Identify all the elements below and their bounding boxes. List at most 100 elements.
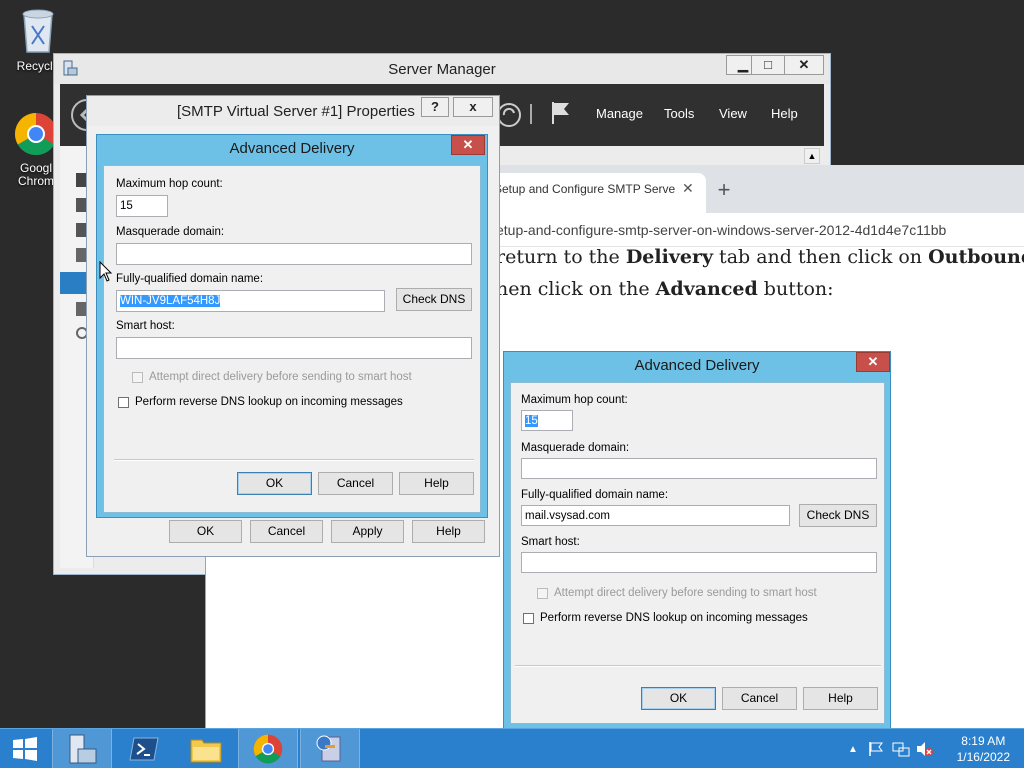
advanced-delivery-close-button[interactable]: ✕ <box>451 135 485 155</box>
article-advanced-delivery-image: Advanced Delivery ✕ Maximum hop count: 1… <box>503 351 891 729</box>
article-hop-field: 15 <box>521 410 573 431</box>
smtp-close-titlebar-button[interactable]: x <box>453 97 493 117</box>
hop-count-input[interactable]: 15 <box>116 195 168 217</box>
article-text: tab and then click on <box>713 246 929 268</box>
windows-logo-icon <box>13 737 37 761</box>
show-hidden-icons-icon[interactable]: ▲ <box>848 744 858 755</box>
server-manager-titlebar: Server Manager ▁ □ ✕ <box>54 54 830 84</box>
smtp-cancel-button[interactable]: Cancel <box>250 520 323 543</box>
masquerade-domain-label: Masquerade domain: <box>116 226 225 238</box>
article-masq-field <box>521 458 877 479</box>
scroll-up-button[interactable]: ▲ <box>804 148 820 164</box>
fqdn-label: Fully-qualified domain name: <box>116 273 264 285</box>
network-icon[interactable] <box>892 741 910 757</box>
iis-manager-icon <box>316 735 341 762</box>
taskbar-server-manager[interactable] <box>52 729 112 768</box>
clock-date: 1/16/2022 <box>956 750 1010 764</box>
tab-close-icon[interactable]: ✕ <box>682 180 694 197</box>
reverse-dns-label[interactable]: Perform reverse DNS lookup on incoming m… <box>135 396 403 408</box>
smtp-apply-button[interactable]: Apply <box>331 520 404 543</box>
chrome-icon <box>14 113 57 156</box>
hop-count-label: Maximum hop count: <box>116 178 223 190</box>
article-check-dns-button: Check DNS <box>799 504 877 527</box>
browser-tab-title: Setup and Configure SMTP Serve <box>494 182 676 196</box>
close-button[interactable]: ✕ <box>784 55 824 75</box>
smart-host-label: Smart host: <box>116 320 175 332</box>
url-text[interactable]: etup-and-configure-smtp-server-on-window… <box>496 222 946 238</box>
article-line-1: return to the Delivery tab and then clic… <box>496 241 1024 273</box>
article-text: return to the <box>496 246 626 268</box>
attempt-direct-label: Attempt direct delivery before sending t… <box>149 371 412 383</box>
smtp-help-button[interactable]: Help <box>412 520 485 543</box>
taskbar: ▲ 8:19 AM 1/16/2022 <box>0 728 1024 768</box>
smtp-properties-title: [SMTP Virtual Server #1] Properties <box>177 103 415 120</box>
notifications-flag-icon[interactable] <box>550 100 572 126</box>
smtp-properties-titlebar: [SMTP Virtual Server #1] Properties ? x <box>87 96 499 126</box>
taskbar-clock[interactable]: 8:19 AM 1/16/2022 <box>957 733 1010 765</box>
server-manager-title: Server Manager <box>388 61 496 78</box>
article-line-2: hen click on the Advanced button: <box>496 273 834 305</box>
menu-view[interactable]: View <box>719 106 747 121</box>
advanced-delivery-dialog: Advanced Delivery ✕ Maximum hop count: 1… <box>96 134 488 518</box>
article-attempt-direct-label: Attempt direct delivery before sending t… <box>554 587 817 599</box>
new-tab-plus-icon[interactable]: + <box>710 177 738 205</box>
article-smart-host-label: Smart host: <box>521 536 580 548</box>
chrome-taskbar-icon <box>253 734 283 764</box>
article-separator <box>515 665 881 667</box>
mouse-cursor-icon <box>99 261 113 282</box>
fqdn-value: WIN-JV9LAF54H8J <box>120 295 221 307</box>
article-hop-value: 15 <box>525 415 538 427</box>
fqdn-input[interactable]: WIN-JV9LAF54H8J <box>116 290 385 312</box>
smtp-ok-button[interactable]: OK <box>169 520 242 543</box>
article-cancel-button: Cancel <box>722 687 797 710</box>
hop-count-value: 15 <box>120 200 133 212</box>
article-masq-label: Masquerade domain: <box>521 442 630 454</box>
article-text: hen click on the <box>496 278 656 300</box>
cancel-button[interactable]: Cancel <box>318 472 393 495</box>
article-fqdn-label: Fully-qualified domain name: <box>521 489 669 501</box>
iis-icon[interactable] <box>76 302 86 316</box>
dialog-separator <box>114 459 474 461</box>
reverse-dns-checkbox[interactable] <box>118 397 129 408</box>
advanced-delivery-body: Maximum hop count: 15 Masquerade domain:… <box>103 165 481 513</box>
menu-help[interactable]: Help <box>771 106 798 121</box>
article-smart-host-field <box>521 552 877 573</box>
attempt-direct-checkbox <box>132 372 143 383</box>
article-dialog-title: Advanced Delivery <box>634 357 760 374</box>
article-bold-outbound: Outbound <box>928 246 1024 268</box>
taskbar-iis-manager[interactable] <box>300 729 360 768</box>
taskbar-chrome[interactable] <box>238 729 298 768</box>
ok-button[interactable]: OK <box>237 472 312 495</box>
clock-time: 8:19 AM <box>961 734 1006 748</box>
article-dialog-body: Maximum hop count: 15 Masquerade domain:… <box>510 382 885 724</box>
advanced-delivery-title: Advanced Delivery <box>229 140 355 157</box>
article-bold-delivery: Delivery <box>625 246 714 268</box>
article-reverse-dns-label: Perform reverse DNS lookup on incoming m… <box>540 612 808 624</box>
recycle-bin-icon <box>22 9 54 53</box>
taskbar-powershell[interactable] <box>114 729 174 768</box>
smart-host-input[interactable] <box>116 337 472 359</box>
help-button[interactable]: Help <box>399 472 474 495</box>
maximize-button[interactable]: □ <box>751 55 785 75</box>
menu-manage[interactable]: Manage <box>596 106 643 121</box>
powershell-icon <box>129 737 159 761</box>
action-center-flag-icon[interactable] <box>868 741 884 757</box>
folder-icon <box>190 739 222 763</box>
article-fqdn-field: mail.vsysad.com <box>521 505 790 526</box>
article-text: button: <box>757 278 834 300</box>
article-help-button: Help <box>803 687 878 710</box>
system-tray: ▲ <box>848 729 934 768</box>
taskbar-file-explorer[interactable] <box>176 729 236 768</box>
masquerade-domain-input[interactable] <box>116 243 472 265</box>
article-hop-label: Maximum hop count: <box>521 394 628 406</box>
menu-tools[interactable]: Tools <box>664 106 694 121</box>
article-attempt-direct-checkbox <box>537 588 548 599</box>
article-dialog-close-icon: ✕ <box>856 352 890 372</box>
article-reverse-dns-checkbox <box>523 613 534 624</box>
volume-muted-icon[interactable] <box>916 741 934 757</box>
smtp-help-titlebar-button[interactable]: ? <box>421 97 449 117</box>
article-bold-advanced: Advanced <box>655 278 758 300</box>
article-ok-button: OK <box>641 687 716 710</box>
check-dns-button[interactable]: Check DNS <box>396 288 472 311</box>
start-button[interactable] <box>0 729 50 768</box>
